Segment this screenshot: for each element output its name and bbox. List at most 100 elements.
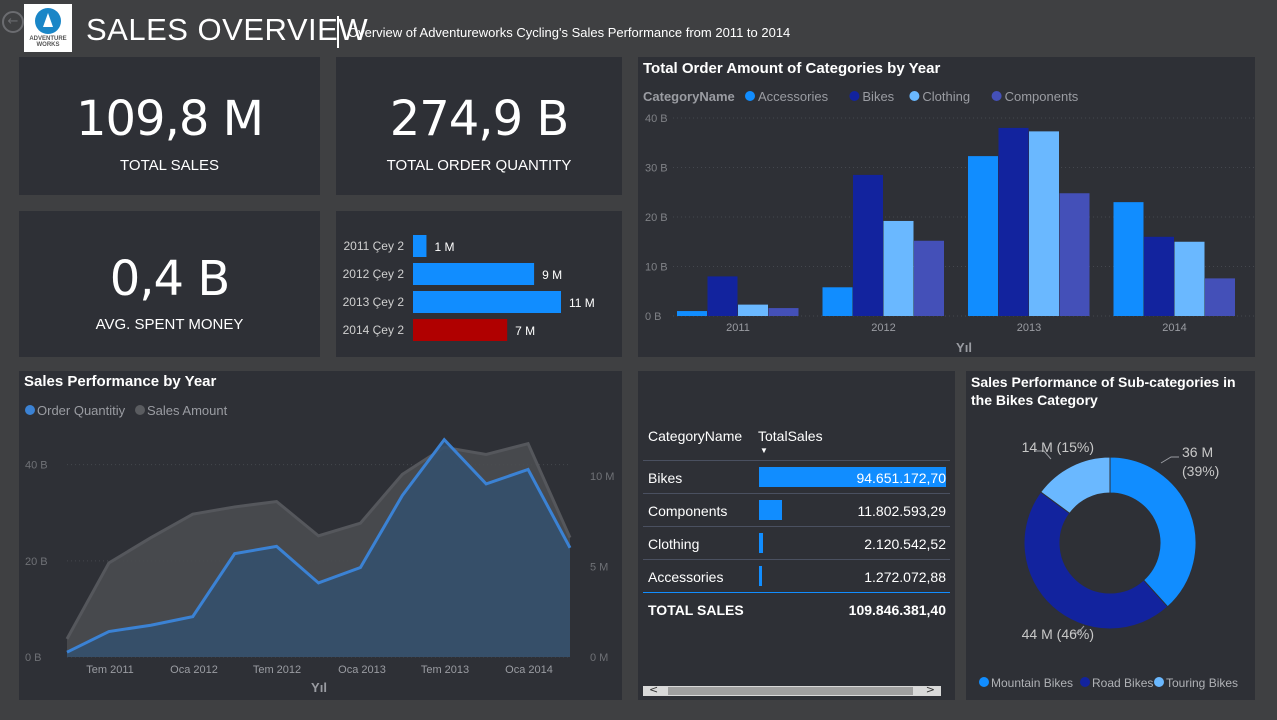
total-order-quantity-label: TOTAL ORDER QUANTITY xyxy=(386,157,572,174)
legend-item: Components xyxy=(1005,89,1079,104)
x-tick-label: Oca 2013 xyxy=(338,664,386,676)
sort-desc-icon[interactable]: ▼ xyxy=(760,446,768,455)
total-sales-card: 109,8 M TOTAL SALES xyxy=(19,57,320,195)
y-left-tick-label: 0 B xyxy=(25,652,42,664)
legend-marker xyxy=(1080,677,1090,687)
total-order-quantity-card: 274,9 B TOTAL ORDER QUANTITY xyxy=(336,57,622,195)
table-row[interactable]: Components 11.802.593,29 xyxy=(643,493,950,527)
back-arrow-icon[interactable]: ← xyxy=(2,11,24,33)
quarter-data-label: 1 M xyxy=(434,240,454,254)
x-tick-label: 2011 xyxy=(726,322,750,334)
y-tick-label: 30 B xyxy=(645,163,668,175)
category-bar xyxy=(998,127,1029,317)
data-bar xyxy=(759,500,783,520)
category-bar xyxy=(707,276,738,316)
x-tick-label: Tem 2011 xyxy=(86,664,134,676)
category-bar xyxy=(738,304,768,316)
quarter-bar xyxy=(413,263,535,285)
sales-performance-chart: Order Quantitiy Sales Amount 0 B 20 B 40 B 0 … xyxy=(25,403,614,695)
x-axis-title: Yıl xyxy=(956,340,972,355)
y-left-tick-label: 20 B xyxy=(25,556,48,568)
quarter-bar-chart: 2011 Çey 2 1 M 2012 Çey 2 9 M 2013 Çey 2 11 M… xyxy=(343,235,595,341)
y-right-tick-label: 5 M xyxy=(590,562,608,574)
table-cell-category: Components xyxy=(648,503,728,519)
quarter-label: 2014 Çey 2 xyxy=(343,323,405,337)
legend-item: Order Quantitiy xyxy=(37,403,126,418)
quarter-data-label: 11 M xyxy=(569,296,595,310)
table-total-row: TOTAL SALES 109.846.381,40 xyxy=(643,592,950,625)
legend-item: Bikes xyxy=(862,89,894,104)
category-bar xyxy=(1174,241,1205,316)
legend-marker xyxy=(909,91,920,101)
y-left-tick-label: 40 B xyxy=(25,460,48,472)
category-bar xyxy=(822,287,853,316)
quarter-bar xyxy=(413,235,427,257)
table-row[interactable]: Bikes 94.651.172,70 xyxy=(643,460,950,494)
total-row-label: TOTAL SALES xyxy=(648,602,744,618)
donut-slice xyxy=(1023,491,1169,630)
table-cell-totalsales: 1.272.072,88 xyxy=(864,569,946,585)
sales-performance-card: Sales Performance by Year Order Quantiti… xyxy=(19,371,622,700)
legend-marker xyxy=(745,91,755,101)
legend-marker xyxy=(1154,677,1164,687)
bikes-subcategories-donut: 36 M (39%) 44 M (46%) 14 M (15%) Mountain Bi… xyxy=(979,439,1238,690)
y-tick-label: 20 B xyxy=(645,212,668,224)
quarter-label: 2011 Çey 2 xyxy=(344,239,405,253)
bikes-subcategories-card: Sales Performance of Sub-categories in t… xyxy=(966,371,1255,700)
x-tick-label: Oca 2014 xyxy=(505,664,553,676)
total-sales-value: 109,8 M xyxy=(75,91,264,147)
column-header-totalsales[interactable]: TotalSales xyxy=(758,428,823,444)
scroll-right-icon[interactable]: > xyxy=(926,683,935,696)
category-bar xyxy=(883,220,914,316)
total-row-value: 109.846.381,40 xyxy=(848,602,946,618)
quarter-bar xyxy=(413,291,561,313)
adventureworks-logo: ADVENTURE WORKS xyxy=(24,4,72,52)
y-right-tick-label: 0 M xyxy=(590,652,608,664)
table-row[interactable]: Clothing 2.120.542,52 xyxy=(643,526,950,560)
avg-spent-money-card: 0,4 B AVG. SPENT MONEY xyxy=(19,211,320,357)
legend-item: Mountain Bikes xyxy=(991,676,1073,690)
category-bar xyxy=(1113,202,1144,316)
category-bar xyxy=(1029,131,1059,316)
data-bar xyxy=(759,533,764,553)
x-tick-label: 2012 xyxy=(871,322,895,334)
x-tick-label: 2013 xyxy=(1017,322,1041,334)
x-tick-label: Oca 2012 xyxy=(170,664,218,676)
legend-item: Clothing xyxy=(922,89,970,104)
table-cell-category: Clothing xyxy=(648,536,700,552)
category-bar xyxy=(968,156,998,316)
page-subtitle: Overview of Adventureworks Cycling's Sal… xyxy=(348,25,791,40)
table-cell-totalsales: 11.802.593,29 xyxy=(857,503,947,519)
total-order-quantity-value: 274,9 B xyxy=(389,91,570,147)
table-cell-category: Accessories xyxy=(648,569,724,585)
legend-marker xyxy=(979,677,989,687)
legend-marker xyxy=(25,405,35,415)
donut-data-label: 14 M (15%) xyxy=(1022,439,1094,455)
quarter-label: 2013 Çey 2 xyxy=(343,295,405,309)
avg-spent-money-value: 0,4 B xyxy=(109,251,231,307)
y-tick-label: 10 B xyxy=(645,262,668,274)
table-cell-totalsales: 94.651.172,70 xyxy=(856,470,946,486)
quarter-bar xyxy=(413,319,508,341)
table-horizontal-scrollbar[interactable]: < > xyxy=(643,683,941,696)
x-tick-label: Tem 2013 xyxy=(421,664,469,676)
scroll-left-icon[interactable]: < xyxy=(649,683,658,696)
category-bar xyxy=(853,174,883,316)
categories-by-year-card: Total Order Amount of Categories by Year… xyxy=(638,57,1255,357)
column-header-categoryname[interactable]: CategoryName xyxy=(648,428,742,444)
table-cell-totalsales: 2.120.542,52 xyxy=(864,536,946,552)
table-row[interactable]: Accessories 1.272.072,88 xyxy=(643,559,950,593)
legend-item: Road Bikes xyxy=(1092,676,1153,690)
y-tick-label: 40 B xyxy=(645,113,668,125)
scrollbar-thumb[interactable] xyxy=(668,687,913,695)
data-bar xyxy=(759,566,762,586)
categories-by-year-chart: CategoryName Accessories Bikes Clothing Comp… xyxy=(643,89,1255,355)
x-tick-label: 2014 xyxy=(1162,322,1186,334)
legend-item: Sales Amount xyxy=(147,403,228,418)
x-axis-title: Yıl xyxy=(311,680,327,695)
donut-data-label: 44 M (46%) xyxy=(1022,626,1094,642)
category-bar xyxy=(677,311,707,316)
y-right-tick-label: 10 M xyxy=(590,471,614,483)
donut-leader-line xyxy=(1160,456,1179,464)
legend-item: Accessories xyxy=(758,89,829,104)
